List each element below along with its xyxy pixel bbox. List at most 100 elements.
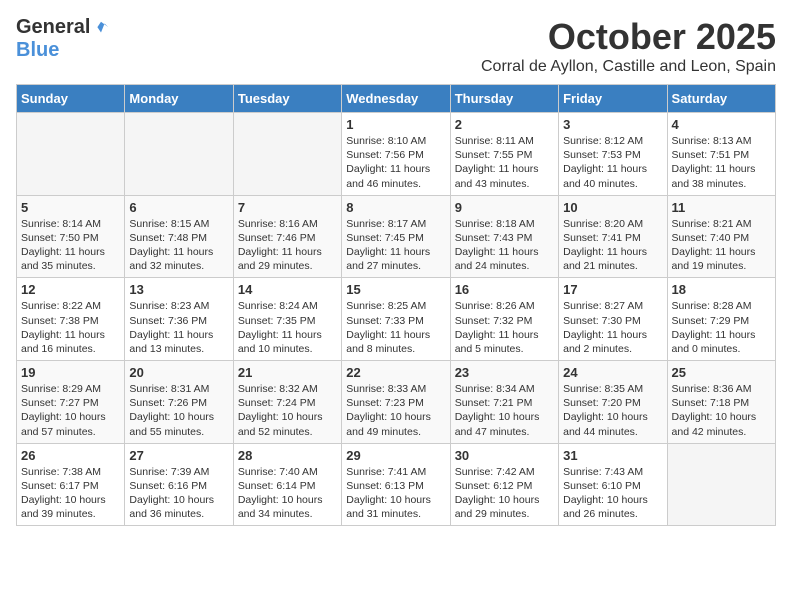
page-header: General Blue October 2025 Corral de Ayll… xyxy=(16,16,776,76)
day-info: Sunrise: 8:22 AMSunset: 7:38 PMDaylight:… xyxy=(21,299,120,356)
day-info: Sunrise: 8:32 AMSunset: 7:24 PMDaylight:… xyxy=(238,382,337,439)
weekday-header-sunday: Sunday xyxy=(17,85,125,113)
day-cell-26: 26 Sunrise: 7:38 AMSunset: 6:17 PMDayligh… xyxy=(17,443,125,526)
week-row-5: 26 Sunrise: 7:38 AMSunset: 6:17 PMDayligh… xyxy=(17,443,776,526)
day-info: Sunrise: 8:29 AMSunset: 7:27 PMDaylight:… xyxy=(21,382,120,439)
day-number: 7 xyxy=(238,200,337,215)
empty-cell xyxy=(233,113,341,196)
weekday-header-tuesday: Tuesday xyxy=(233,85,341,113)
day-number: 13 xyxy=(129,282,228,297)
day-info: Sunrise: 8:34 AMSunset: 7:21 PMDaylight:… xyxy=(455,382,554,439)
week-row-4: 19 Sunrise: 8:29 AMSunset: 7:27 PMDayligh… xyxy=(17,361,776,444)
day-cell-3: 3Sunrise: 8:12 AMSunset: 7:53 PMDaylight… xyxy=(559,113,667,196)
day-info: Sunrise: 8:27 AMSunset: 7:30 PMDaylight:… xyxy=(563,299,662,356)
day-cell-8: 8 Sunrise: 8:17 AMSunset: 7:45 PMDaylight… xyxy=(342,195,450,278)
day-number: 16 xyxy=(455,282,554,297)
day-number: 9 xyxy=(455,200,554,215)
day-info: Sunrise: 7:39 AMSunset: 6:16 PMDaylight:… xyxy=(129,465,228,522)
day-cell-1: 1 Sunrise: 8:10 AMSunset: 7:56 PMDaylight… xyxy=(342,113,450,196)
day-number: 20 xyxy=(129,365,228,380)
day-info: Sunrise: 8:28 AMSunset: 7:29 PMDaylight:… xyxy=(672,299,771,356)
logo-bird-icon xyxy=(92,19,110,37)
day-number: 29 xyxy=(346,448,445,463)
day-cell-5: 5 Sunrise: 8:14 AMSunset: 7:50 PMDaylight… xyxy=(17,195,125,278)
day-info: Sunrise: 8:13 AMSunset: 7:51 PMDaylight:… xyxy=(672,134,771,191)
logo: General Blue xyxy=(16,16,110,62)
day-cell-24: 24Sunrise: 8:35 AMSunset: 7:20 PMDayligh… xyxy=(559,361,667,444)
day-cell-11: 11 Sunrise: 8:21 AMSunset: 7:40 PMDayligh… xyxy=(667,195,775,278)
day-cell-23: 23Sunrise: 8:34 AMSunset: 7:21 PMDayligh… xyxy=(450,361,558,444)
day-info: Sunrise: 7:43 AMSunset: 6:10 PMDaylight:… xyxy=(563,465,662,522)
empty-cell xyxy=(125,113,233,196)
day-info: Sunrise: 8:16 AMSunset: 7:46 PMDaylight:… xyxy=(238,217,337,274)
day-cell-21: 21Sunrise: 8:32 AMSunset: 7:24 PMDayligh… xyxy=(233,361,341,444)
day-cell-15: 15 Sunrise: 8:25 AMSunset: 7:33 PMDayligh… xyxy=(342,278,450,361)
day-number: 14 xyxy=(238,282,337,297)
day-cell-7: 7 Sunrise: 8:16 AMSunset: 7:46 PMDaylight… xyxy=(233,195,341,278)
day-info: Sunrise: 8:18 AMSunset: 7:43 PMDaylight:… xyxy=(455,217,554,274)
day-cell-30: 30 Sunrise: 7:42 AMSunset: 6:12 PMDayligh… xyxy=(450,443,558,526)
location-subtitle: Corral de Ayllon, Castille and Leon, Spa… xyxy=(481,58,776,76)
day-cell-18: 18 Sunrise: 8:28 AMSunset: 7:29 PMDayligh… xyxy=(667,278,775,361)
day-cell-27: 27 Sunrise: 7:39 AMSunset: 6:16 PMDayligh… xyxy=(125,443,233,526)
weekday-header-monday: Monday xyxy=(125,85,233,113)
day-info: Sunrise: 7:40 AMSunset: 6:14 PMDaylight:… xyxy=(238,465,337,522)
day-number: 11 xyxy=(672,200,771,215)
empty-cell xyxy=(667,443,775,526)
day-cell-9: 9 Sunrise: 8:18 AMSunset: 7:43 PMDaylight… xyxy=(450,195,558,278)
day-number: 30 xyxy=(455,448,554,463)
month-title: October 2025 xyxy=(481,16,776,58)
day-info: Sunrise: 8:26 AMSunset: 7:32 PMDaylight:… xyxy=(455,299,554,356)
day-number: 27 xyxy=(129,448,228,463)
day-number: 12 xyxy=(21,282,120,297)
day-cell-6: 6Sunrise: 8:15 AMSunset: 7:48 PMDaylight… xyxy=(125,195,233,278)
day-cell-17: 17 Sunrise: 8:27 AMSunset: 7:30 PMDayligh… xyxy=(559,278,667,361)
day-info: Sunrise: 8:20 AMSunset: 7:41 PMDaylight:… xyxy=(563,217,662,274)
day-info: Sunrise: 8:17 AMSunset: 7:45 PMDaylight:… xyxy=(346,217,445,274)
day-number: 22 xyxy=(346,365,445,380)
day-number: 17 xyxy=(563,282,662,297)
logo-blue-text: Blue xyxy=(16,39,59,62)
day-number: 1 xyxy=(346,117,445,132)
day-cell-16: 16 Sunrise: 8:26 AMSunset: 7:32 PMDayligh… xyxy=(450,278,558,361)
day-cell-14: 14 Sunrise: 8:24 AMSunset: 7:35 PMDayligh… xyxy=(233,278,341,361)
day-cell-10: 10 Sunrise: 8:20 AMSunset: 7:41 PMDayligh… xyxy=(559,195,667,278)
day-cell-29: 29 Sunrise: 7:41 AMSunset: 6:13 PMDayligh… xyxy=(342,443,450,526)
day-number: 26 xyxy=(21,448,120,463)
day-number: 19 xyxy=(21,365,120,380)
day-info: Sunrise: 7:41 AMSunset: 6:13 PMDaylight:… xyxy=(346,465,445,522)
week-row-3: 12 Sunrise: 8:22 AMSunset: 7:38 PMDayligh… xyxy=(17,278,776,361)
day-number: 2 xyxy=(455,117,554,132)
weekday-header-wednesday: Wednesday xyxy=(342,85,450,113)
day-info: Sunrise: 8:35 AMSunset: 7:20 PMDaylight:… xyxy=(563,382,662,439)
day-info: Sunrise: 8:12 AMSunset: 7:53 PMDaylight:… xyxy=(563,134,662,191)
day-info: Sunrise: 8:24 AMSunset: 7:35 PMDaylight:… xyxy=(238,299,337,356)
day-cell-2: 2 Sunrise: 8:11 AMSunset: 7:55 PMDaylight… xyxy=(450,113,558,196)
day-number: 10 xyxy=(563,200,662,215)
day-info: Sunrise: 8:10 AMSunset: 7:56 PMDaylight:… xyxy=(346,134,445,191)
day-info: Sunrise: 8:25 AMSunset: 7:33 PMDaylight:… xyxy=(346,299,445,356)
day-info: Sunrise: 8:21 AMSunset: 7:40 PMDaylight:… xyxy=(672,217,771,274)
day-cell-19: 19 Sunrise: 8:29 AMSunset: 7:27 PMDayligh… xyxy=(17,361,125,444)
day-cell-20: 20 Sunrise: 8:31 AMSunset: 7:26 PMDayligh… xyxy=(125,361,233,444)
day-cell-22: 22Sunrise: 8:33 AMSunset: 7:23 PMDayligh… xyxy=(342,361,450,444)
weekday-header-friday: Friday xyxy=(559,85,667,113)
week-row-1: 1 Sunrise: 8:10 AMSunset: 7:56 PMDaylight… xyxy=(17,113,776,196)
day-number: 31 xyxy=(563,448,662,463)
day-info: Sunrise: 8:23 AMSunset: 7:36 PMDaylight:… xyxy=(129,299,228,356)
day-number: 15 xyxy=(346,282,445,297)
day-info: Sunrise: 8:14 AMSunset: 7:50 PMDaylight:… xyxy=(21,217,120,274)
day-info: Sunrise: 7:42 AMSunset: 6:12 PMDaylight:… xyxy=(455,465,554,522)
day-cell-12: 12 Sunrise: 8:22 AMSunset: 7:38 PMDayligh… xyxy=(17,278,125,361)
day-cell-4: 4Sunrise: 8:13 AMSunset: 7:51 PMDaylight… xyxy=(667,113,775,196)
weekday-header-saturday: Saturday xyxy=(667,85,775,113)
day-info: Sunrise: 8:11 AMSunset: 7:55 PMDaylight:… xyxy=(455,134,554,191)
week-row-2: 5 Sunrise: 8:14 AMSunset: 7:50 PMDaylight… xyxy=(17,195,776,278)
day-number: 28 xyxy=(238,448,337,463)
day-number: 18 xyxy=(672,282,771,297)
day-number: 8 xyxy=(346,200,445,215)
day-number: 5 xyxy=(21,200,120,215)
day-info: Sunrise: 7:38 AMSunset: 6:17 PMDaylight:… xyxy=(21,465,120,522)
day-cell-13: 13 Sunrise: 8:23 AMSunset: 7:36 PMDayligh… xyxy=(125,278,233,361)
day-info: Sunrise: 8:31 AMSunset: 7:26 PMDaylight:… xyxy=(129,382,228,439)
